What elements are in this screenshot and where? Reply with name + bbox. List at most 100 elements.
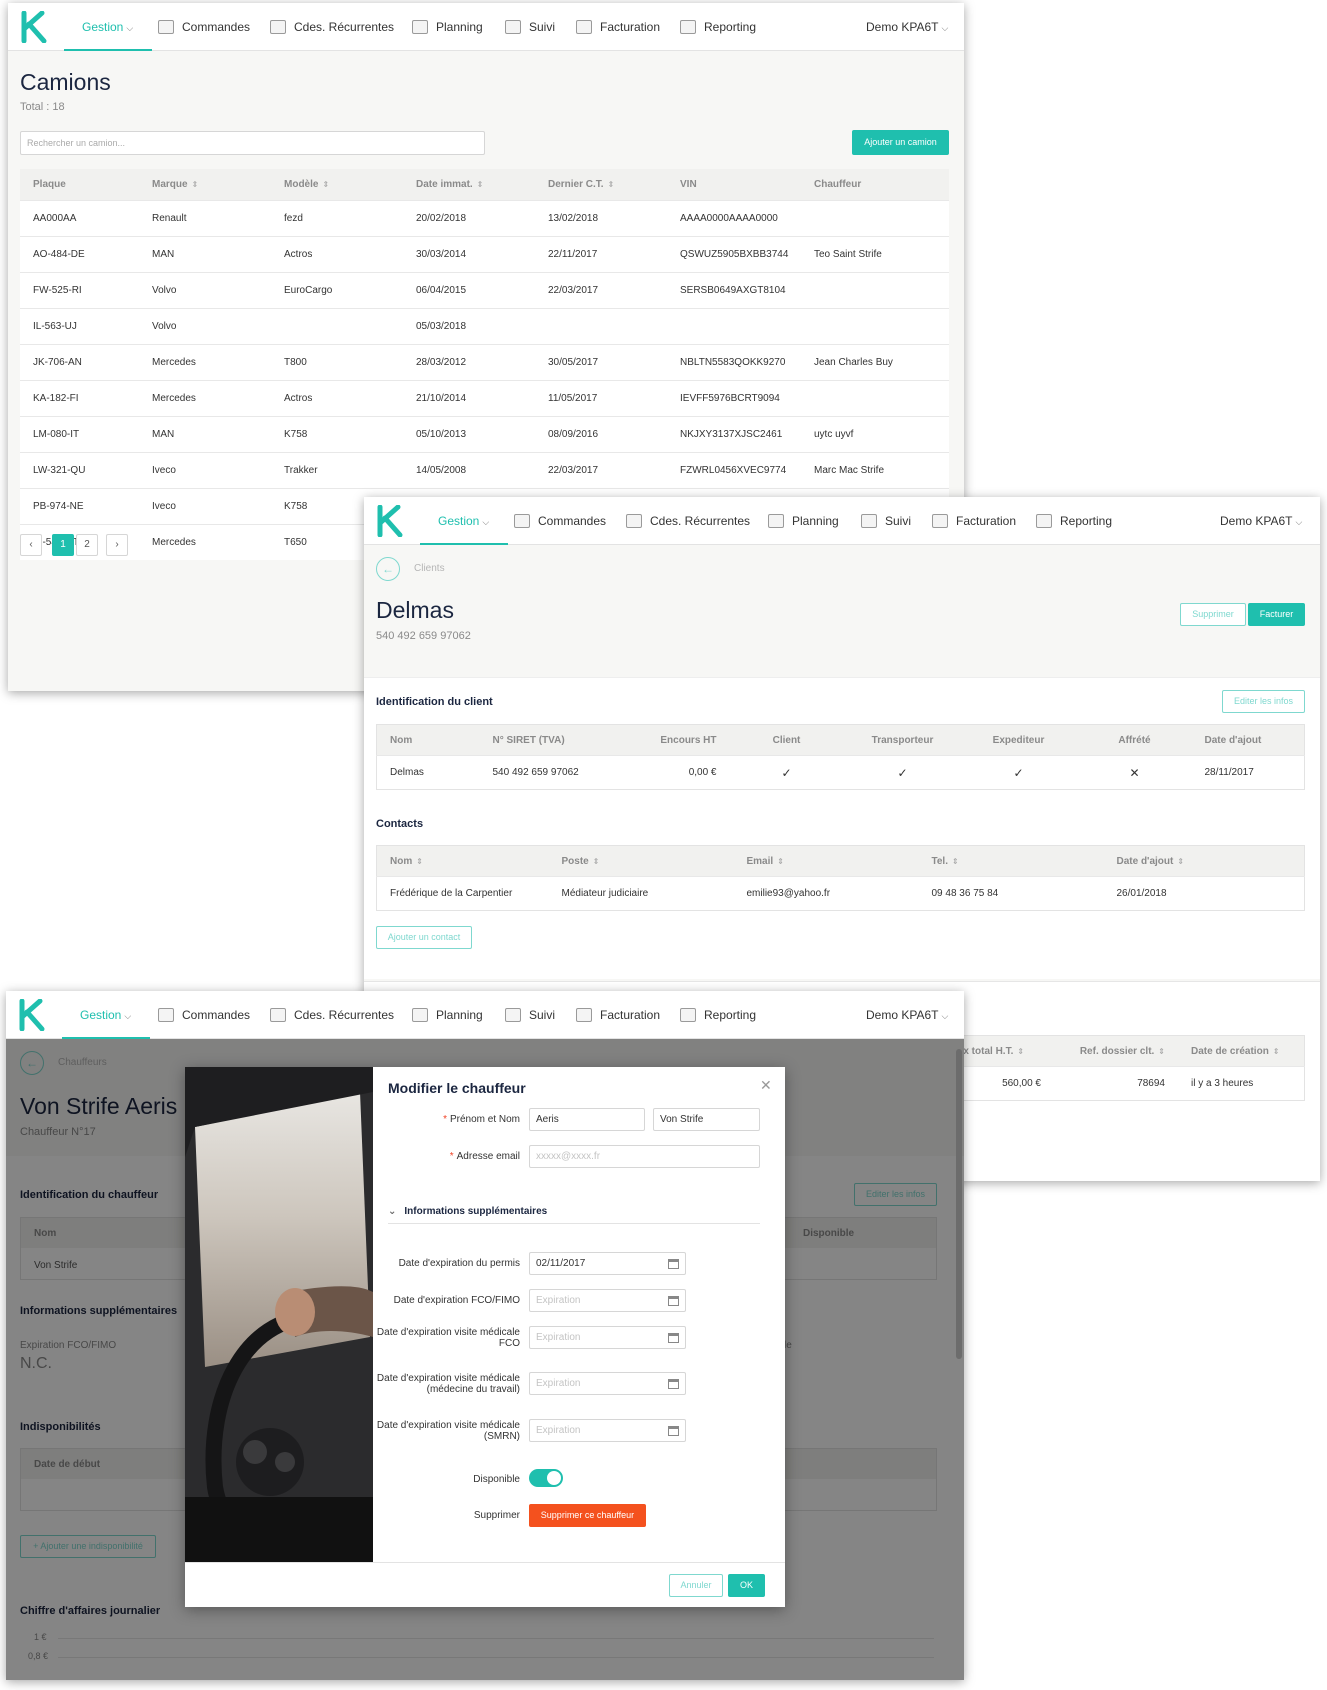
calendar-icon — [668, 1426, 679, 1436]
email-input[interactable]: xxxxx@xxxx.fr — [529, 1145, 760, 1168]
table-cell: Jean Charles Buy — [814, 343, 949, 380]
nav-facturation[interactable]: Facturation — [932, 497, 1016, 545]
table-row[interactable]: JK-706-AN Mercedes T800 28/03/2012 30/05/201… — [20, 343, 949, 380]
nav-gestion[interactable]: Gestion ⌵ — [420, 497, 508, 545]
breadcrumb[interactable]: Clients — [414, 563, 445, 574]
nav-suivi[interactable]: Suivi — [505, 991, 555, 1039]
chart-icon — [1036, 513, 1052, 528]
contacts-title: Contacts — [376, 818, 424, 830]
contacts-table: Nom ⇕ Poste ⇕ Email ⇕ Tel. ⇕ Date d'ajout ⇕ F… — [376, 845, 1305, 911]
col-contact-email[interactable]: Email ⇕ — [746, 845, 932, 877]
table-cell: Actros — [284, 379, 416, 416]
col-dernier-ct[interactable]: Dernier C.T. ⇕ — [548, 169, 680, 200]
table-row[interactable]: LM-080-IT MAN K758 05/10/2013 08/09/2016 NKJX… — [20, 415, 949, 452]
table-header: Nom ⇕ Poste ⇕ Email ⇕ Tel. ⇕ Date d'ajout ⇕ — [376, 845, 1305, 877]
nav-facturation[interactable]: Facturation — [576, 991, 660, 1039]
edit-info-button[interactable]: Editer les infos — [1222, 690, 1305, 713]
nav-reporting[interactable]: Reporting — [1036, 497, 1112, 545]
nav-planning[interactable]: Planning — [412, 991, 483, 1039]
delete-driver-button[interactable]: Supprimer ce chauffeur — [529, 1504, 646, 1527]
col-nom: Nom — [376, 724, 493, 756]
table-row[interactable]: LW-321-QU Iveco Trakker 14/05/2008 22/03/201… — [20, 451, 949, 488]
search-input[interactable]: Rechercher un camion... — [20, 131, 485, 155]
nav-cdes-recurrentes[interactable]: Cdes. Récurrentes — [270, 991, 394, 1039]
col-plaque[interactable]: Plaque — [20, 169, 152, 200]
col-ref-dossier[interactable]: Ref. dossier clt. ⇕ — [1067, 1035, 1179, 1067]
arrow-left-icon: ← — [382, 562, 394, 576]
next-page-button[interactable]: › — [106, 534, 128, 556]
extra-section-toggle[interactable]: ⌄ Informations supplémentaires — [388, 1206, 760, 1224]
table-cell: 30/03/2014 — [416, 235, 548, 272]
logo-icon[interactable] — [20, 11, 50, 43]
table-row[interactable]: Delmas 540 492 659 97062 0,00 € ✓ ✓ ✓ ✕ … — [376, 755, 1305, 790]
col-modele[interactable]: Modèle ⇕ — [284, 169, 416, 200]
col-vin[interactable]: VIN — [680, 169, 814, 200]
nav-suivi[interactable]: Suivi — [861, 497, 911, 545]
last-name-input[interactable]: Von Strife — [653, 1108, 760, 1131]
user-menu[interactable]: Demo KPA6T ⌵ — [866, 991, 948, 1039]
nav-facturation[interactable]: Facturation — [576, 3, 660, 51]
driver-photo — [185, 1067, 373, 1562]
col-contact-poste[interactable]: Poste ⇕ — [561, 845, 747, 877]
page-button[interactable]: 1 — [52, 534, 74, 556]
col-date-immat[interactable]: Date immat. ⇕ — [416, 169, 548, 200]
table-row[interactable]: KA-182-FI Mercedes Actros 21/10/2014 11/05/2… — [20, 379, 949, 416]
check-icon: ✓ — [728, 755, 845, 790]
truck-icon — [412, 1007, 428, 1022]
nav-cdes-recurrentes[interactable]: Cdes. Récurrentes — [270, 3, 394, 51]
nav-planning[interactable]: Planning — [412, 3, 483, 51]
table-cell: Mercedes — [152, 379, 284, 416]
nav-commandes[interactable]: Commandes — [514, 497, 606, 545]
visite-travail-date-input[interactable]: Expiration — [529, 1372, 686, 1395]
table-row[interactable]: AA000AA Renault fezd 20/02/2018 13/02/2018 AA… — [20, 199, 949, 236]
col-marque[interactable]: Marque ⇕ — [152, 169, 284, 200]
prev-page-button[interactable]: ‹ — [20, 534, 42, 556]
col-contact-nom[interactable]: Nom ⇕ — [376, 845, 562, 877]
table-row[interactable]: FW-525-RI Volvo EuroCargo 06/04/2015 22/03/2… — [20, 271, 949, 308]
table-row[interactable]: Frédérique de la Carpentier Médiateur ju… — [376, 876, 1305, 911]
nav-cdes-recurrentes[interactable]: Cdes. Récurrentes — [626, 497, 750, 545]
cell-contact-date: 26/01/2018 — [1116, 876, 1305, 911]
permis-date-input[interactable]: 02/11/2017 — [529, 1252, 686, 1275]
nav-gestion[interactable]: Gestion ⌵ — [64, 3, 152, 51]
nav-commandes[interactable]: Commandes — [158, 3, 250, 51]
close-icon[interactable]: ✕ — [760, 1077, 772, 1094]
cancel-button[interactable]: Annuler — [669, 1574, 723, 1597]
nav-planning[interactable]: Planning — [768, 497, 839, 545]
visite-fco-date-input[interactable]: Expiration — [529, 1326, 686, 1349]
add-truck-button[interactable]: Ajouter un camion — [852, 130, 949, 155]
disponible-toggle[interactable] — [529, 1469, 563, 1487]
table-row[interactable]: AO-484-DE MAN Actros 30/03/2014 22/11/2017 QS… — [20, 235, 949, 272]
sort-icon: ⇕ — [1017, 1046, 1025, 1056]
delete-client-button[interactable]: Supprimer — [1180, 603, 1246, 626]
back-button[interactable]: ← — [376, 557, 400, 581]
table-row[interactable]: 560,00 € 78694 il y a 3 heures — [942, 1066, 1305, 1101]
col-chauffeur[interactable]: Chauffeur — [814, 169, 949, 200]
nav-reporting[interactable]: Reporting — [680, 991, 756, 1039]
table-cell: Iveco — [152, 487, 284, 524]
content-panel — [364, 677, 1320, 979]
nav-suivi[interactable]: Suivi — [505, 3, 555, 51]
add-contact-button[interactable]: Ajouter un contact — [376, 926, 472, 949]
user-menu[interactable]: Demo KPA6T ⌵ — [866, 3, 948, 51]
table-row[interactable]: IL-563-UJ Volvo 05/03/2018 — [20, 307, 949, 344]
chevron-down-icon: ⌵ — [1295, 517, 1303, 527]
col-contact-date[interactable]: Date d'ajout ⇕ — [1116, 845, 1305, 877]
nav-gestion[interactable]: Gestion ⌵ — [62, 991, 150, 1039]
col-date-creation[interactable]: Date de création ⇕ — [1179, 1035, 1305, 1067]
nav-commandes[interactable]: Commandes — [158, 991, 250, 1039]
logo-icon[interactable] — [18, 999, 48, 1031]
page-button[interactable]: 2 — [76, 534, 98, 556]
ok-button[interactable]: OK — [728, 1574, 765, 1597]
user-menu[interactable]: Demo KPA6T ⌵ — [1220, 497, 1302, 545]
table-cell: LW-321-QU — [20, 451, 152, 488]
client-ident-table: Nom N° SIRET (TVA) Encours HT Client Tra… — [376, 724, 1305, 790]
nav-reporting[interactable]: Reporting — [680, 3, 756, 51]
logo-icon[interactable] — [376, 505, 406, 537]
first-name-input[interactable]: Aeris — [529, 1108, 645, 1131]
col-contact-tel[interactable]: Tel. ⇕ — [931, 845, 1117, 877]
chauffeur-window: Gestion ⌵ Commandes Cdes. Récurrentes Pla… — [6, 991, 964, 1680]
fco-date-input[interactable]: Expiration — [529, 1289, 686, 1312]
visite-smrn-date-input[interactable]: Expiration — [529, 1419, 686, 1442]
invoice-button[interactable]: Facturer — [1248, 603, 1305, 626]
